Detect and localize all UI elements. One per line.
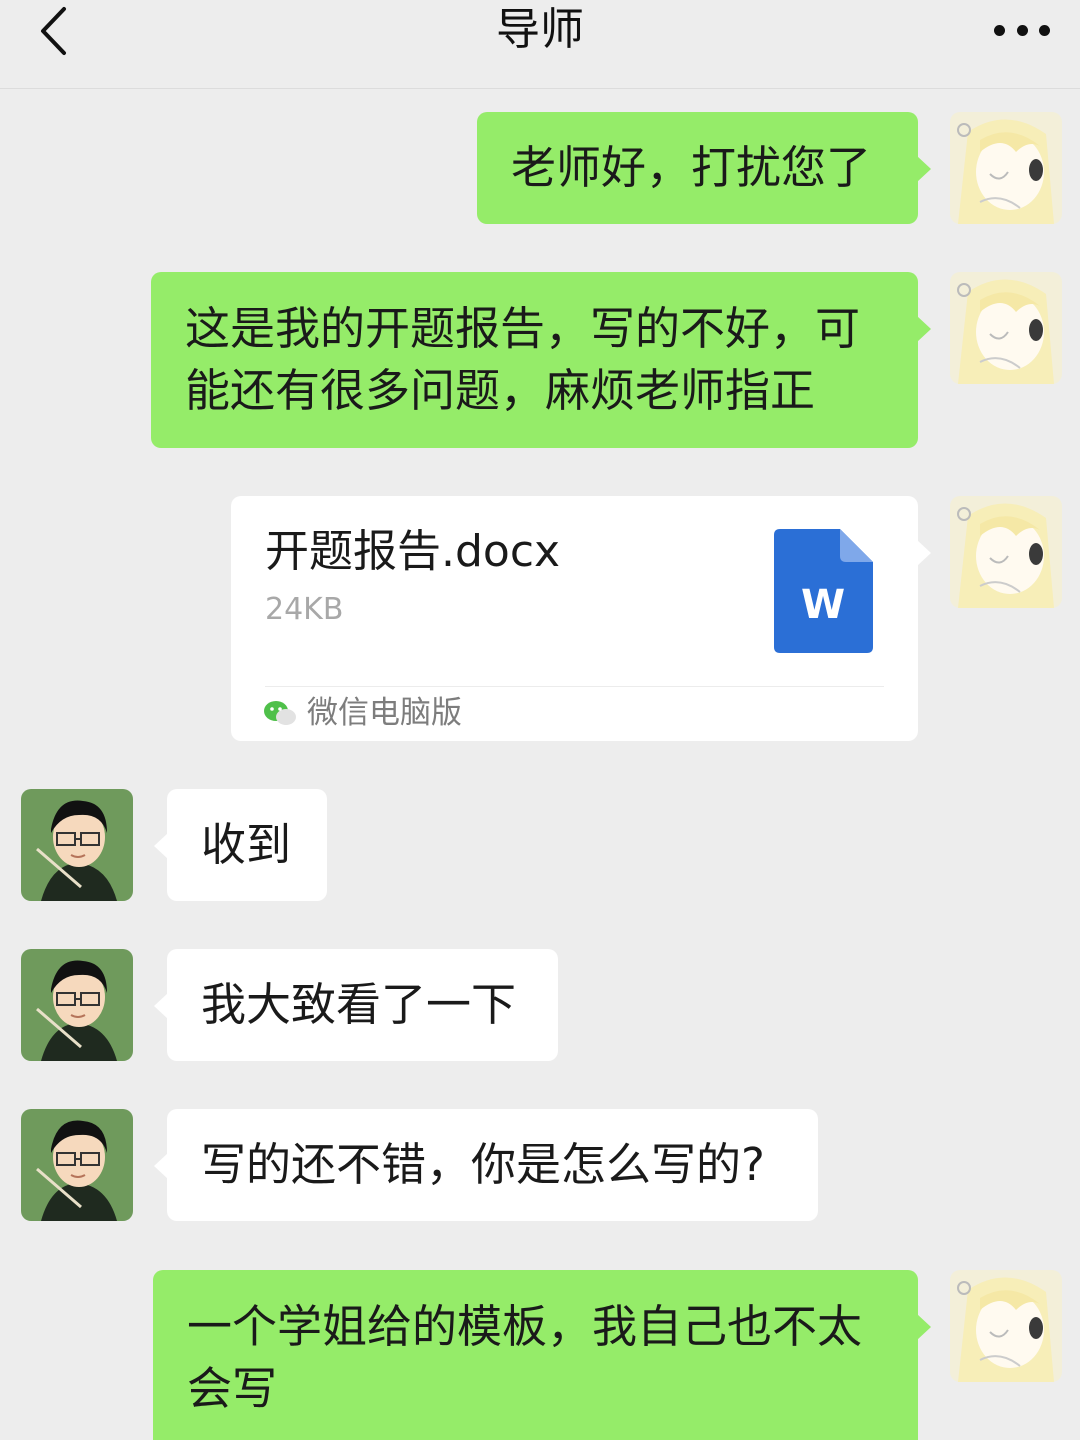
teacher-cartoon-avatar-icon	[21, 949, 133, 1061]
message-bubble-received[interactable]: 写的还不错，你是怎么写的?	[154, 1109, 818, 1221]
more-dots-icon	[994, 24, 1005, 36]
message-bubble-received[interactable]: 收到	[154, 789, 327, 901]
wechat-icon	[264, 701, 296, 725]
anime-girl-avatar-icon	[950, 272, 1062, 384]
chat-header: 导师	[0, 0, 1080, 89]
teacher-cartoon-avatar-icon	[21, 789, 133, 901]
more-dot	[1039, 24, 1050, 36]
more-button[interactable]	[994, 18, 1050, 42]
word-icon-letter: W	[801, 582, 845, 628]
chat-title: 导师	[496, 4, 584, 55]
message-text: 收到	[201, 818, 292, 871]
message-bubble-sent[interactable]: 老师好，打扰您了	[477, 112, 931, 224]
message-text: 写的还不错，你是怎么写的?	[201, 1138, 765, 1191]
divider	[265, 686, 884, 687]
file-size: 24KB	[265, 592, 344, 627]
teacher-avatar[interactable]	[21, 949, 133, 1061]
message-text: 我大致看了一下	[201, 978, 517, 1031]
file-message-card[interactable]: 开题报告.docx 24KB W 微信电脑版	[231, 496, 931, 741]
anime-girl-avatar-icon	[950, 1270, 1062, 1382]
more-dot	[1016, 24, 1028, 36]
teacher-avatar[interactable]	[21, 1109, 133, 1221]
message-bubble-sent[interactable]: 这是我的开题报告，写的不好，可 能还有很多问题，麻烦老师指正	[151, 272, 931, 448]
message-bubble-received[interactable]: 我大致看了一下	[154, 949, 558, 1061]
file-source-label: 微信电脑版	[307, 695, 462, 731]
teacher-cartoon-avatar-icon	[21, 1109, 133, 1221]
anime-girl-avatar-icon	[950, 496, 1062, 608]
anime-girl-avatar-icon	[950, 112, 1062, 224]
message-bubble-sent[interactable]: 一个学姐给的模板，我自己也不太 会写	[153, 1270, 931, 1440]
my-avatar[interactable]	[950, 1270, 1062, 1382]
word-document-icon: W	[774, 529, 873, 653]
message-text-line: 这是我的开题报告，写的不好，可	[185, 302, 861, 355]
my-avatar[interactable]	[950, 272, 1062, 384]
message-text: 老师好，打扰您了	[511, 141, 872, 194]
my-avatar[interactable]	[950, 496, 1062, 608]
message-text-line: 会写	[187, 1362, 278, 1415]
my-avatar[interactable]	[950, 112, 1062, 224]
teacher-avatar[interactable]	[21, 789, 133, 901]
file-name: 开题报告.docx	[265, 526, 561, 577]
message-text-line: 能还有很多问题，麻烦老师指正	[185, 364, 816, 417]
message-text-line: 一个学姐给的模板，我自己也不太	[187, 1300, 863, 1353]
